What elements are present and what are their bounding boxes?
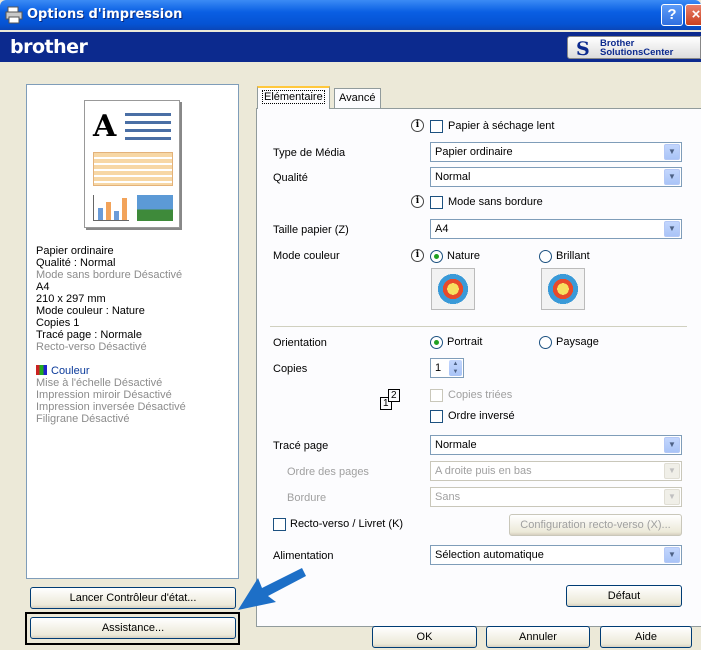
color-icon — [36, 365, 47, 375]
close-button[interactable]: × — [685, 4, 701, 26]
summary-line: Impression inversée Désactivé — [36, 401, 186, 413]
summary-color: Couleur — [51, 365, 90, 377]
duplex-checkbox[interactable] — [273, 518, 286, 531]
page-order-label: Ordre des pages — [287, 466, 369, 478]
color-mode-brillant-radio[interactable] — [539, 250, 552, 263]
summary-line: Mise à l'échelle Désactivé — [36, 377, 163, 389]
pointer-arrow-icon — [238, 568, 306, 610]
title-bar[interactable]: Options d'impression ? × — [0, 0, 701, 30]
brillant-sample-image — [541, 268, 585, 310]
media-type-label: Type de Média — [273, 147, 346, 159]
page-order-select[interactable]: A droite puis en bas ▼ — [430, 461, 682, 481]
help-button[interactable]: Aide — [600, 626, 692, 648]
collate-icon: 12 — [380, 389, 400, 410]
orientation-portrait-radio[interactable] — [430, 336, 443, 349]
chevron-down-icon: ▼ — [664, 489, 680, 505]
duplex-label: Recto-verso / Livret (K) — [290, 518, 404, 530]
nature-sample-image — [431, 268, 475, 310]
summary-line: Mode couleur : Nature — [36, 305, 145, 317]
window-title: Options d'impression — [27, 7, 183, 22]
spinner-arrows-icon[interactable]: ▲ ▼ — [449, 360, 462, 376]
border-select[interactable]: Sans ▼ — [430, 487, 682, 507]
border-label: Bordure — [287, 492, 327, 504]
info-icon[interactable]: i — [411, 119, 424, 132]
slow-dry-checkbox[interactable] — [430, 120, 443, 133]
quality-select[interactable]: Normal ▼ — [430, 167, 682, 187]
paper-size-label: Taille papier (Z) — [273, 224, 349, 236]
paper-source-select[interactable]: Sélection automatique ▼ — [430, 545, 682, 565]
tab-elementaire[interactable]: Elémentaire — [257, 86, 330, 109]
chevron-down-icon: ▼ — [664, 463, 680, 479]
page-layout-label: Tracé page — [273, 440, 329, 452]
help-title-button[interactable]: ? — [661, 4, 683, 26]
settings-preview-panel: A Papier ordinaire Qualité : Normal Mode… — [26, 84, 239, 579]
paper-size-select[interactable]: A4 ▼ — [430, 219, 682, 239]
separator — [270, 326, 687, 327]
default-button[interactable]: Défaut — [566, 585, 682, 607]
orientation-label: Orientation — [273, 337, 327, 349]
borderless-checkbox[interactable] — [430, 196, 443, 209]
cancel-button[interactable]: Annuler — [486, 626, 590, 648]
solutions-center-icon: S — [576, 38, 590, 60]
orientation-portrait-label: Portrait — [447, 336, 483, 348]
reverse-order-checkbox[interactable] — [430, 410, 443, 423]
launch-status-monitor-button[interactable]: Lancer Contrôleur d'état... — [30, 587, 236, 609]
reverse-order-label: Ordre inversé — [448, 410, 515, 422]
settings-summary: Papier ordinaire Qualité : Normal Mode s… — [36, 245, 236, 425]
orientation-paysage-label: Paysage — [556, 336, 599, 348]
color-mode-nature-radio[interactable] — [430, 250, 443, 263]
borderless-label: Mode sans bordure — [448, 196, 543, 208]
solutions-center-line2: SolutionsCenter — [600, 47, 674, 58]
brand-bar: brother S Brother SolutionsCenter — [0, 32, 701, 62]
color-mode-nature-label: Nature — [447, 250, 481, 262]
info-icon[interactable]: i — [411, 249, 424, 262]
page-preview-image: A — [84, 100, 180, 228]
summary-line: Filigrane Désactivé — [36, 413, 130, 425]
duplex-config-button[interactable]: Configuration recto-verso (X)... — [509, 514, 682, 536]
summary-line: Papier ordinaire — [36, 245, 114, 257]
color-mode-brillant-label: Brillant — [556, 250, 590, 262]
info-icon[interactable]: i — [411, 195, 424, 208]
brother-logo: brother — [10, 36, 88, 58]
copies-label: Copies — [273, 363, 308, 375]
page-layout-select[interactable]: Normale ▼ — [430, 435, 682, 455]
chevron-down-icon: ▼ — [664, 547, 680, 563]
ok-button[interactable]: OK — [372, 626, 477, 648]
summary-line: Qualité : Normal — [36, 257, 116, 269]
summary-line: Recto-verso Désactivé — [36, 341, 147, 353]
tab-avance[interactable]: Avancé — [334, 88, 381, 108]
summary-line: Mode sans bordure Désactivé — [36, 269, 183, 281]
summary-line: Tracé page : Normale — [36, 329, 142, 341]
printer-icon — [5, 6, 23, 24]
summary-line: A4 — [36, 281, 50, 293]
summary-line: Copies 1 — [36, 317, 80, 329]
copies-spinner[interactable]: 1 ▲ ▼ — [430, 358, 464, 378]
slow-dry-label: Papier à séchage lent — [448, 120, 555, 132]
summary-line: Impression miroir Désactivé — [36, 389, 172, 401]
paper-source-label: Alimentation — [273, 550, 334, 562]
assistance-highlight-frame — [25, 612, 240, 645]
media-type-select[interactable]: Papier ordinaire ▼ — [430, 142, 682, 162]
quality-label: Qualité — [273, 172, 308, 184]
print-options-window: Options d'impression ? × brother S Broth… — [0, 0, 701, 650]
solutions-center-button[interactable]: S Brother SolutionsCenter — [567, 36, 701, 60]
collate-checkbox[interactable] — [430, 389, 443, 402]
chevron-down-icon: ▼ — [664, 437, 680, 453]
color-mode-label: Mode couleur — [273, 250, 340, 262]
collate-label: Copies triées — [448, 389, 513, 401]
chevron-down-icon: ▼ — [664, 221, 680, 237]
summary-line: 210 x 297 mm — [36, 293, 106, 305]
chevron-down-icon: ▼ — [664, 169, 680, 185]
chevron-down-icon: ▼ — [664, 144, 680, 160]
orientation-paysage-radio[interactable] — [539, 336, 552, 349]
